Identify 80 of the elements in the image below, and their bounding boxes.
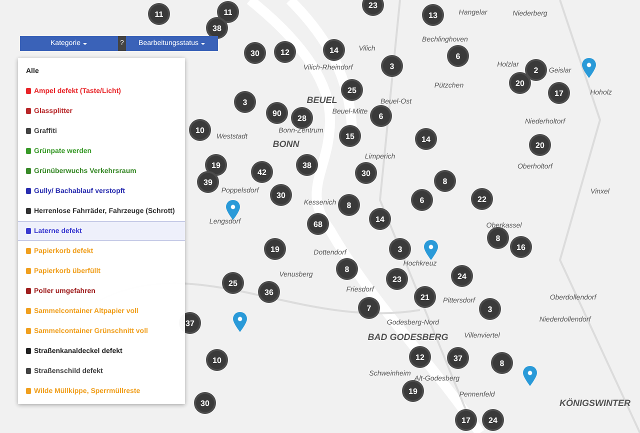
category-icon [26, 348, 31, 354]
marker-cluster[interactable]: 15 [339, 125, 361, 147]
place-label: BONN [272, 139, 300, 149]
map-pin-icon[interactable] [582, 58, 596, 78]
marker-cluster[interactable]: 19 [264, 238, 286, 260]
category-icon [26, 208, 31, 214]
category-icon [26, 308, 31, 314]
marker-cluster[interactable]: 10 [189, 119, 211, 141]
marker-cluster[interactable]: 14 [323, 39, 345, 61]
category-icon [26, 148, 31, 154]
marker-cluster[interactable]: 3 [479, 298, 501, 320]
marker-cluster[interactable]: 25 [341, 79, 363, 101]
marker-cluster[interactable]: 3 [234, 91, 256, 113]
marker-cluster[interactable]: 11 [148, 3, 170, 25]
caret-icon [83, 42, 88, 44]
marker-cluster[interactable]: 23 [362, 0, 384, 16]
marker-cluster[interactable]: 24 [451, 265, 473, 287]
marker-cluster[interactable]: 8 [336, 258, 358, 280]
map-pin-icon[interactable] [424, 240, 438, 260]
category-icon [26, 388, 31, 394]
marker-cluster[interactable]: 10 [206, 349, 228, 371]
category-icon [26, 328, 31, 334]
marker-cluster[interactable]: 28 [291, 107, 313, 129]
marker-cluster[interactable]: 39 [197, 171, 219, 193]
marker-cluster[interactable]: 24 [482, 409, 504, 431]
marker-cluster[interactable]: 12 [409, 346, 431, 368]
category-icon [26, 268, 31, 274]
marker-cluster[interactable]: 30 [355, 162, 377, 184]
category-icon [26, 128, 31, 134]
category-icon [26, 228, 31, 234]
marker-cluster[interactable]: 11 [217, 1, 239, 23]
category-icon [26, 88, 31, 94]
marker-cluster[interactable]: 6 [370, 105, 392, 127]
marker-cluster[interactable]: 17 [455, 409, 477, 431]
marker-cluster[interactable]: 20 [509, 72, 531, 94]
marker-cluster[interactable]: 3 [381, 55, 403, 77]
category-icon [26, 288, 31, 294]
marker-cluster[interactable]: 8 [434, 170, 456, 192]
marker-cluster[interactable]: 38 [296, 154, 318, 176]
marker-cluster[interactable]: 23 [386, 268, 408, 290]
marker-cluster[interactable]: 30 [270, 184, 292, 206]
marker-cluster[interactable]: 3 [389, 238, 411, 260]
marker-cluster[interactable]: 30 [244, 42, 266, 64]
marker-cluster[interactable]: 36 [258, 281, 280, 303]
map-pin-icon[interactable] [523, 366, 537, 386]
marker-cluster[interactable]: 19 [402, 380, 424, 402]
marker-cluster[interactable]: 42 [251, 161, 273, 183]
marker-cluster[interactable]: 25 [222, 272, 244, 294]
marker-cluster[interactable]: 13 [422, 4, 444, 26]
marker-cluster[interactable]: 37 [447, 347, 469, 369]
marker-cluster[interactable]: 22 [471, 188, 493, 210]
marker-cluster[interactable]: 8 [338, 194, 360, 216]
marker-cluster[interactable]: 8 [487, 227, 509, 249]
category-icon [26, 188, 31, 194]
marker-cluster[interactable]: 21 [414, 286, 436, 308]
marker-cluster[interactable]: 2 [525, 59, 547, 81]
marker-cluster[interactable]: 19 [205, 154, 227, 176]
marker-cluster[interactable]: 14 [369, 208, 391, 230]
marker-cluster[interactable]: 6 [447, 45, 469, 67]
category-icon [26, 108, 31, 114]
marker-cluster[interactable]: 90 [266, 102, 288, 124]
marker-cluster[interactable]: 6 [411, 189, 433, 211]
marker-cluster[interactable]: 7 [358, 297, 380, 319]
marker-cluster[interactable]: 14 [415, 128, 437, 150]
category-icon [26, 248, 31, 254]
place-label: KÖNIGSWINTER [560, 398, 630, 408]
category-icon [26, 368, 31, 374]
map-pin-icon[interactable] [233, 312, 247, 332]
marker-cluster[interactable]: 20 [529, 134, 551, 156]
marker-cluster[interactable]: 17 [548, 82, 570, 104]
place-label: BEUEL [306, 95, 338, 105]
marker-cluster[interactable]: 8 [491, 352, 513, 374]
marker-cluster[interactable]: 12 [274, 41, 296, 63]
category-icon [26, 168, 31, 174]
place-label: BAD GODESBERG [368, 332, 448, 342]
marker-cluster[interactable]: 16 [510, 236, 532, 258]
caret-icon [201, 42, 206, 44]
marker-cluster[interactable]: 30 [194, 392, 216, 414]
map-pin-icon[interactable] [226, 200, 240, 220]
marker-cluster[interactable]: 68 [307, 213, 329, 235]
